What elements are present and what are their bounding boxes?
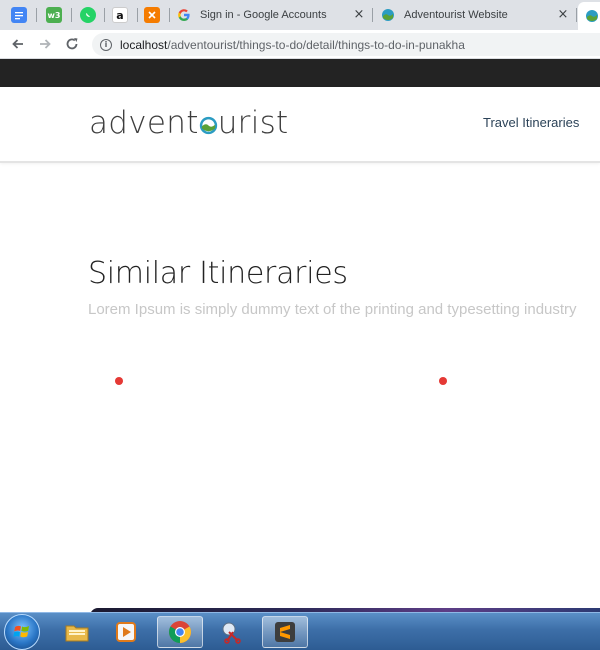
xampp-icon — [144, 7, 160, 23]
scissors-icon — [222, 622, 241, 644]
adventourist-globe-icon — [584, 8, 600, 24]
section-title: Similar Itineraries — [88, 256, 348, 291]
tab-strip: w3 a Sign in - Google Accounts × Advento… — [0, 0, 600, 30]
whatsapp-icon — [80, 7, 96, 23]
red-dot-indicator — [439, 377, 447, 385]
url-path: /adventourist/things-to-do/detail/things… — [167, 37, 465, 52]
pinned-tab-xampp[interactable] — [139, 4, 165, 26]
tab-separator — [36, 8, 37, 22]
sublime-text-icon — [275, 622, 295, 642]
media-player-icon — [116, 622, 136, 642]
adventourist-globe-icon — [380, 7, 396, 23]
arrow-left-icon — [12, 39, 23, 49]
google-g-icon — [176, 7, 192, 23]
taskbar-sublime-text[interactable] — [262, 616, 308, 648]
logo-text-end: urist — [217, 105, 289, 141]
arrow-right-icon — [40, 39, 51, 49]
reload-button[interactable] — [62, 34, 82, 54]
windows-taskbar — [0, 612, 600, 650]
logo-text-mid: vent — [128, 105, 199, 141]
tab-separator — [372, 8, 373, 22]
start-button[interactable] — [4, 614, 40, 650]
logo-globe-icon — [199, 105, 218, 141]
folder-icon — [65, 625, 89, 642]
taskbar-media-player[interactable] — [103, 616, 149, 648]
pinned-tab-whatsapp[interactable] — [75, 4, 101, 26]
site-header: advent urist Travel Itineraries — [0, 87, 600, 163]
logo-text-start: ad — [89, 105, 129, 141]
w3schools-icon: w3 — [46, 7, 62, 23]
tab-separator — [71, 8, 72, 22]
back-button[interactable] — [8, 34, 28, 54]
reload-icon — [66, 38, 78, 50]
taskbar-file-explorer[interactable] — [54, 616, 100, 648]
address-bar[interactable]: i localhost/adventourist/things-to-do/de… — [92, 33, 600, 56]
tab-active[interactable] — [578, 2, 600, 30]
tab-separator — [576, 8, 577, 22]
browser-toolbar: i localhost/adventourist/things-to-do/de… — [0, 30, 600, 59]
close-tab-icon[interactable]: × — [556, 7, 570, 22]
close-tab-icon[interactable]: × — [352, 7, 366, 22]
tab-title: Adventourist Website — [404, 9, 508, 21]
top-dark-bar — [0, 59, 600, 87]
tab-separator — [169, 8, 170, 22]
adventourist-logo[interactable]: advent urist — [89, 105, 289, 141]
pinned-tab-w3schools[interactable]: w3 — [41, 4, 67, 26]
red-dot-indicator — [115, 377, 123, 385]
nav-travel-itineraries[interactable]: Travel Itineraries — [483, 115, 579, 130]
forward-button[interactable] — [35, 34, 55, 54]
tab-separator — [104, 8, 105, 22]
amazon-icon: a — [112, 7, 128, 23]
tab-separator — [137, 8, 138, 22]
url-host: localhost — [120, 37, 168, 52]
taskbar-chrome[interactable] — [157, 616, 203, 648]
chrome-icon — [169, 621, 191, 643]
info-icon[interactable]: i — [100, 38, 112, 51]
tab-title: Sign in - Google Accounts — [200, 9, 327, 21]
section-subtitle: Lorem Ipsum is simply dummy text of the … — [88, 301, 577, 318]
pinned-tab-google-docs[interactable] — [6, 4, 32, 26]
windows-logo-icon — [13, 625, 29, 638]
tab-adventourist[interactable]: Adventourist Website × — [380, 4, 570, 26]
pinned-tab-amazon[interactable]: a — [107, 4, 133, 26]
taskbar-snipping-tool[interactable] — [209, 616, 255, 648]
google-docs-icon — [11, 7, 27, 23]
tab-google-accounts[interactable]: Sign in - Google Accounts × — [176, 4, 366, 26]
